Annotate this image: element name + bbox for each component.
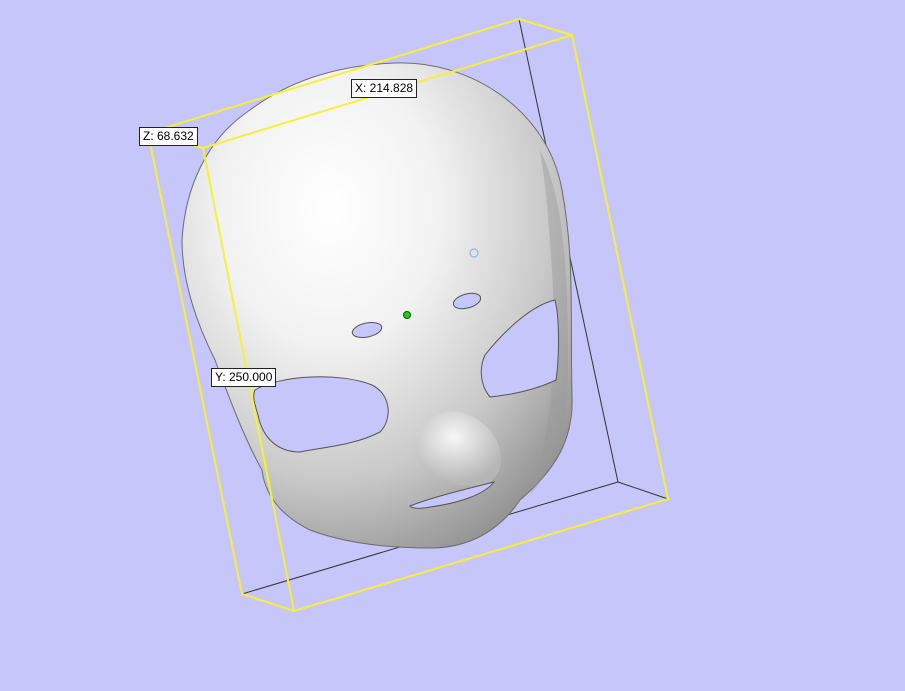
z-dimension-label: Z: 68.632 (139, 127, 198, 146)
center-marker[interactable] (403, 311, 411, 319)
scene-canvas[interactable] (0, 0, 905, 691)
y-dimension-label: Y: 250.000 (211, 368, 277, 387)
3d-viewport[interactable]: X: 214.828 Z: 68.632 Y: 250.000 (0, 0, 905, 691)
x-dimension-label: X: 214.828 (351, 79, 418, 98)
